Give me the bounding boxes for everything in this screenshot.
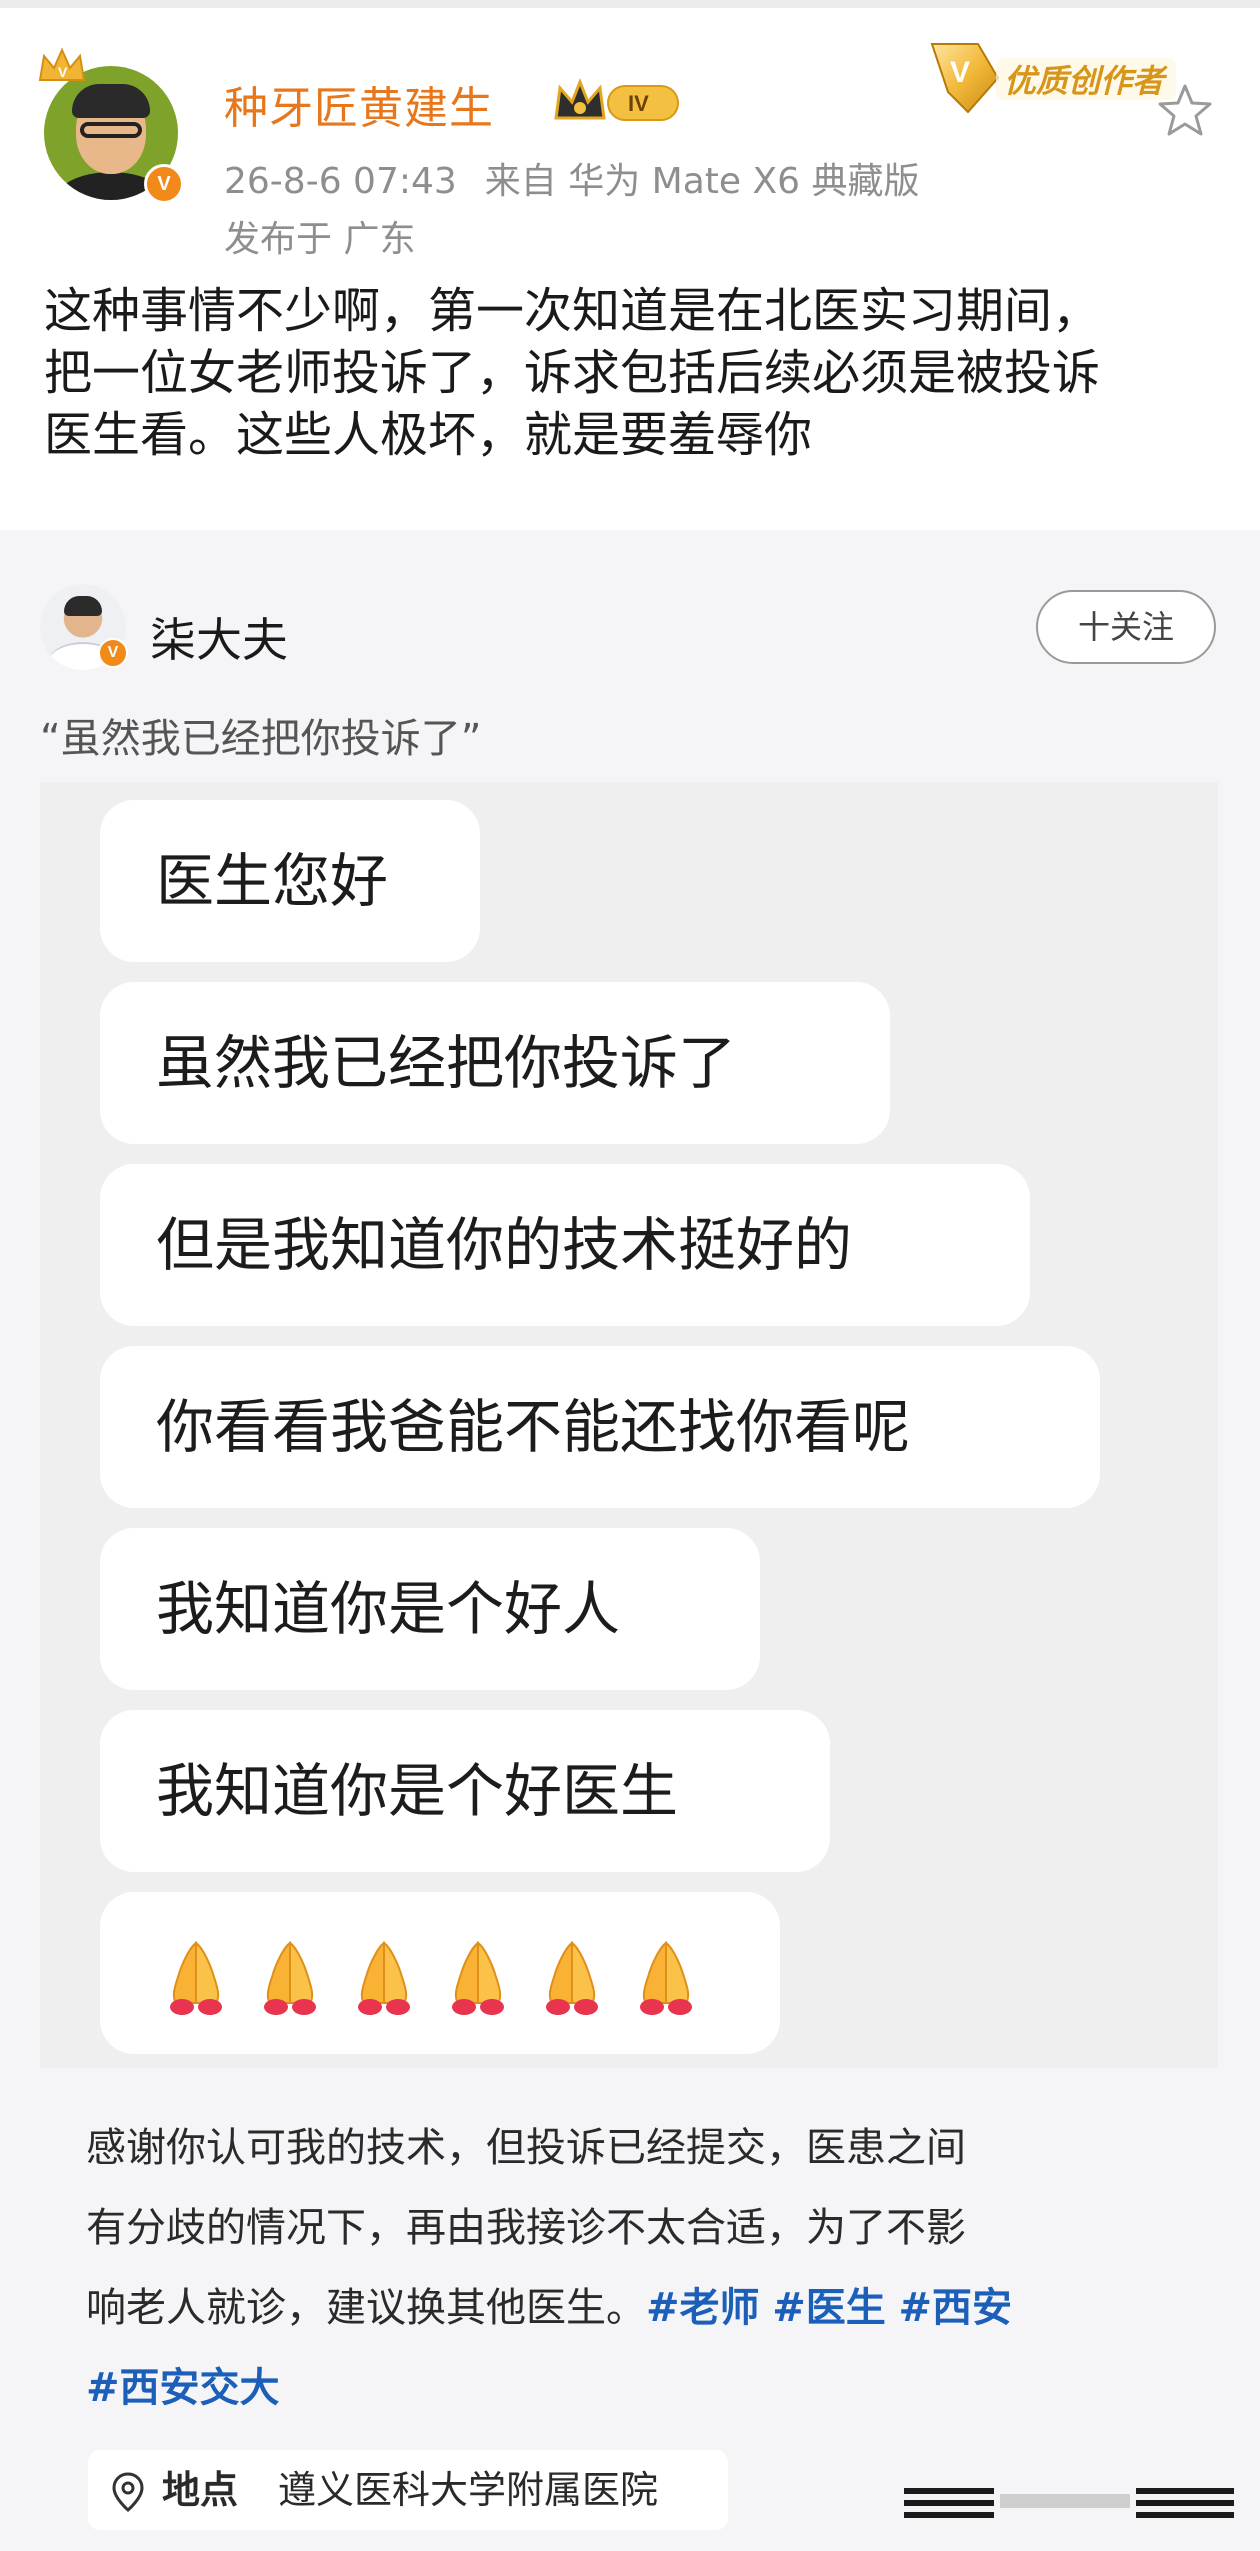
top-strip — [0, 0, 1260, 8]
verified-icon: V — [144, 164, 184, 204]
chat-bubble: 医生您好 — [100, 800, 480, 962]
praying-hands-icon — [358, 1941, 410, 2015]
hashtag[interactable]: #老师 — [646, 2285, 760, 2331]
level-badge: IV — [554, 78, 679, 121]
post-text: 这种事情不少啊，第一次知道是在北医实习期间， 把一位女老师投诉了，诉求包括后续必… — [44, 280, 1234, 466]
chat-bubble: 我知道你是个好医生 — [100, 1710, 830, 1872]
reply-text: 感谢你认可我的技术，但投诉已经提交，医患之间 有分歧的情况下，再由我接诊不太合适… — [86, 2108, 1206, 2428]
post-text-line: 这种事情不少啊，第一次知道是在北医实习期间， — [44, 283, 1101, 339]
praying-hands-row — [156, 1892, 720, 2054]
chat-bubble: 但是我知道你的技术挺好的 — [100, 1164, 1030, 1326]
pin-icon — [112, 2472, 144, 2512]
chat-bubble: 我知道你是个好人 — [100, 1528, 760, 1690]
more-lines-icon — [904, 2488, 1234, 2518]
praying-hands-icon — [640, 1941, 692, 2015]
chat-bubble: 虽然我已经把你投诉了 — [100, 982, 890, 1144]
reply-line: 有分歧的情况下，再由我接诊不太合适，为了不影 — [86, 2205, 966, 2251]
quoted-quote: “虽然我已经把你投诉了” — [40, 716, 482, 762]
hashtag[interactable]: #西安 — [898, 2285, 1012, 2331]
svg-text:优质创作者: 优质创作者 — [1004, 62, 1168, 100]
reply-line: 感谢你认可我的技术，但投诉已经提交，医患之间 — [86, 2125, 966, 2171]
post-text-line: 把一位女老师投诉了，诉求包括后续必须是被投诉 — [44, 345, 1101, 401]
reply-line: 响老人就诊，建议换其他医生。#老师 #医生 #西安 — [86, 2285, 1012, 2331]
svg-text:IV: IV — [628, 91, 649, 116]
praying-hands-icon — [452, 1941, 504, 2015]
praying-hands-icon — [546, 1941, 598, 2015]
praying-hands-icon — [264, 1941, 316, 2015]
reply-line: #西安交大 — [86, 2348, 1206, 2428]
star-icon[interactable] — [1156, 82, 1214, 140]
chat-bubble-emoji — [100, 1892, 780, 2054]
post-source: 来自 华为 Mate X6 典藏版 — [484, 161, 920, 202]
location-value: 遵义医科大学附属医院 — [278, 2468, 659, 2512]
post-location: 发布于 广东 — [224, 219, 416, 260]
praying-hands-icon — [170, 1941, 222, 2015]
crown-icon: V — [38, 47, 86, 81]
follow-button[interactable]: 十关注 — [1036, 590, 1216, 664]
hashtag[interactable]: #西安交大 — [86, 2365, 280, 2411]
post-timestamp: 26-8-6 07:43 — [224, 161, 457, 202]
location-label: 地点 — [162, 2468, 239, 2512]
hashtag[interactable]: #医生 — [772, 2285, 886, 2331]
svg-text:V: V — [950, 56, 970, 89]
post-text-line: 医生看。这些人极坏，就是要羞辱你 — [44, 407, 813, 463]
location-chip[interactable]: 地点 遵义医科大学附属医院 — [88, 2450, 728, 2530]
main-post: V V 种牙匠黄建生 IV 26-8-6 07:43 来自 华为 Mate X6 … — [0, 8, 1260, 530]
creator-badge: V 优质创作者 — [930, 43, 1176, 114]
author-name[interactable]: 种牙匠黄建生 — [224, 72, 494, 136]
svg-text:V: V — [58, 64, 68, 80]
verified-icon: V — [98, 638, 128, 668]
chat-bubble: 你看看我爸能不能还找你看呢 — [100, 1346, 1100, 1508]
chat-screenshot[interactable]: 医生您好 虽然我已经把你投诉了 但是我知道你的技术挺好的 你看看我爸能不能还找你… — [40, 782, 1218, 2068]
quoted-author-name[interactable]: 柒大夫 — [150, 604, 288, 670]
post-meta: 26-8-6 07:43 来自 华为 Mate X6 典藏版 — [224, 152, 948, 204]
